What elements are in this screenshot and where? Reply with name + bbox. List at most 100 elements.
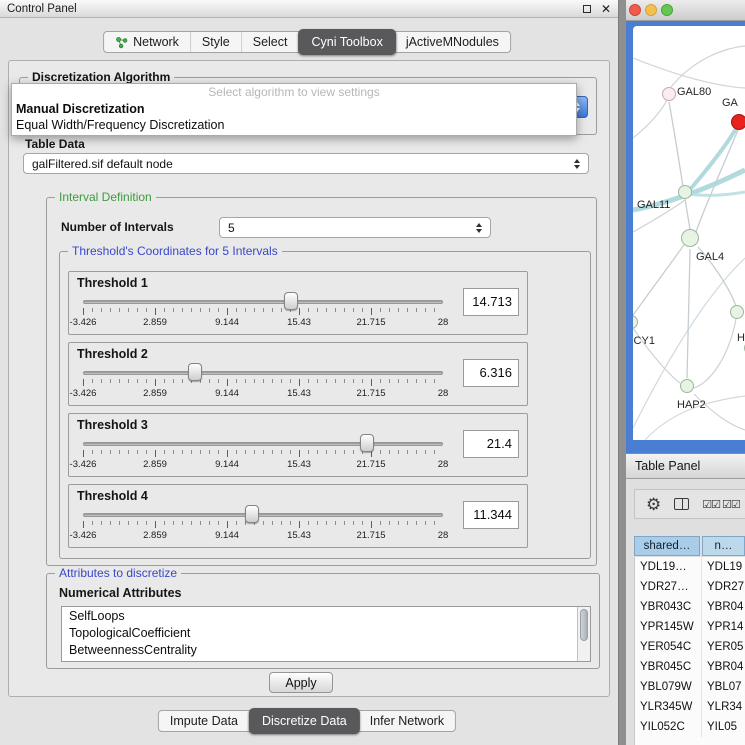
tab-select[interactable]: Select bbox=[242, 32, 300, 52]
dropdown-stepper-icon bbox=[572, 154, 582, 173]
table-cell[interactable]: YDL19 bbox=[702, 557, 745, 577]
num-intervals-value: 5 bbox=[228, 218, 235, 239]
table-row[interactable]: YIL052CYIL05 bbox=[635, 717, 745, 737]
attribute-list-items: SelfLoopsTopologicalCoefficientBetweenne… bbox=[62, 608, 577, 661]
close-icon[interactable]: ✕ bbox=[601, 3, 611, 15]
popup-option-manual-discretization[interactable]: Manual Discretization bbox=[12, 101, 576, 117]
table-cell[interactable]: YER054C bbox=[635, 637, 702, 657]
algorithm-dropdown-popup: Select algorithm to view settings Manual… bbox=[11, 83, 577, 136]
table-cell[interactable]: YBR04 bbox=[702, 657, 745, 677]
threshold-2-value-field[interactable]: 6.316 bbox=[463, 359, 519, 387]
attribute-list-item[interactable]: SelfLoops bbox=[62, 608, 577, 625]
tab-label: Cyni Toolbox bbox=[311, 35, 382, 49]
scale-label: 15.43 bbox=[287, 388, 311, 399]
table-cell[interactable]: YBR043C bbox=[635, 597, 702, 617]
threshold-4-value-field[interactable]: 11.344 bbox=[463, 501, 519, 529]
tab-impute-data[interactable]: Impute Data bbox=[159, 711, 250, 731]
scale-label: 9.144 bbox=[215, 317, 239, 328]
table-panel-title: Table Panel bbox=[635, 459, 700, 473]
tab-label: Impute Data bbox=[170, 714, 238, 728]
table-cell[interactable]: YDR27 bbox=[702, 577, 745, 597]
network-node[interactable] bbox=[680, 379, 694, 393]
slider-track[interactable] bbox=[83, 442, 443, 446]
tab-infer-network[interactable]: Infer Network bbox=[359, 711, 455, 731]
table-row[interactable]: YBL079WYBL07 bbox=[635, 677, 745, 697]
zoom-traffic-light-icon[interactable] bbox=[661, 4, 673, 16]
table-cell[interactable]: YBL079W bbox=[635, 677, 702, 697]
table-row[interactable]: YER054CYER05 bbox=[635, 637, 745, 657]
table-row[interactable]: YBR043CYBR04 bbox=[635, 597, 745, 617]
gear-icon[interactable]: ⚙ bbox=[646, 496, 661, 513]
slider-thumb[interactable] bbox=[284, 292, 298, 310]
threshold-4-slider[interactable]: -3.4262.8599.14415.4321.71528 bbox=[83, 503, 443, 547]
network-node[interactable] bbox=[731, 114, 745, 130]
slider-scale-labels: -3.4262.8599.14415.4321.71528 bbox=[83, 317, 443, 329]
scrollbar-thumb[interactable] bbox=[580, 609, 588, 641]
scale-label: 15.43 bbox=[287, 317, 311, 328]
threshold-2-slider[interactable]: -3.4262.8599.14415.4321.71528 bbox=[83, 361, 443, 405]
close-traffic-light-icon[interactable] bbox=[629, 4, 641, 16]
column-header-name[interactable]: n… bbox=[702, 536, 745, 556]
table-cell[interactable]: YDR27… bbox=[635, 577, 702, 597]
table-cell[interactable]: YBR045C bbox=[635, 657, 702, 677]
tab-style[interactable]: Style bbox=[191, 32, 242, 52]
table-cell[interactable]: YBR04 bbox=[702, 597, 745, 617]
tab-cyni-toolbox[interactable]: Cyni Toolbox bbox=[298, 29, 395, 55]
threshold-3-slider[interactable]: -3.4262.8599.14415.4321.71528 bbox=[83, 432, 443, 476]
columns-icon[interactable] bbox=[674, 498, 689, 510]
slider-track[interactable] bbox=[83, 371, 443, 375]
slider-thumb[interactable] bbox=[245, 505, 259, 523]
table-cell[interactable]: YBL07 bbox=[702, 677, 745, 697]
table-row[interactable]: YDR27…YDR27 bbox=[635, 577, 745, 597]
table-row[interactable]: YPR145WYPR14 bbox=[635, 617, 745, 637]
table-cell[interactable]: YPR14 bbox=[702, 617, 745, 637]
network-node[interactable] bbox=[678, 185, 692, 199]
table-row[interactable]: YDL19…YDL19 bbox=[635, 557, 745, 577]
scale-label: -3.426 bbox=[70, 459, 97, 470]
float-window-icon[interactable] bbox=[583, 5, 591, 13]
threshold-1-value-field[interactable]: 14.713 bbox=[463, 288, 519, 316]
table-cell[interactable]: YLR345W bbox=[635, 697, 702, 717]
scale-label: 21.715 bbox=[356, 388, 385, 399]
table-cell[interactable]: YDL19… bbox=[635, 557, 702, 577]
tab-network[interactable]: Network bbox=[104, 32, 191, 52]
select-columns-checkboxes-icon[interactable]: ☑☑ ☑☑ bbox=[702, 498, 740, 511]
scale-label: 28 bbox=[438, 459, 449, 470]
table-cell[interactable]: YIL05 bbox=[702, 717, 745, 737]
slider-thumb[interactable] bbox=[360, 434, 374, 452]
threshold-3-label: Threshold 3 bbox=[77, 418, 148, 432]
table-cell[interactable]: YIL052C bbox=[635, 717, 702, 737]
network-node[interactable] bbox=[662, 87, 676, 101]
tab-jactivemnodules[interactable]: jActiveMNodules bbox=[395, 32, 510, 52]
slider-track[interactable] bbox=[83, 300, 443, 304]
slider-ticks bbox=[83, 379, 443, 386]
table-cell[interactable]: YLR34 bbox=[702, 697, 745, 717]
slider-ticks bbox=[83, 308, 443, 315]
tab-discretize-data[interactable]: Discretize Data bbox=[249, 708, 360, 734]
attribute-list-item[interactable]: TopologicalCoefficient bbox=[62, 625, 577, 642]
network-node[interactable] bbox=[730, 305, 744, 319]
minimize-traffic-light-icon[interactable] bbox=[645, 4, 657, 16]
slider-thumb[interactable] bbox=[188, 363, 202, 381]
threshold-3-value-field[interactable]: 21.4 bbox=[463, 430, 519, 458]
group-title-discretization-algorithm: Discretization Algorithm bbox=[28, 70, 174, 84]
num-intervals-dropdown[interactable]: 5 bbox=[219, 217, 491, 238]
network-canvas[interactable]: GAL80GAGAL11GAL4HGCY1HAP2 bbox=[633, 26, 745, 440]
popup-option-equal-width-frequency[interactable]: Equal Width/Frequency Discretization bbox=[12, 117, 576, 133]
control-panel-window: Control Panel ✕ Network Style Select Cyn… bbox=[0, 0, 619, 745]
group-title-interval-definition: Interval Definition bbox=[55, 190, 156, 204]
threshold-1-slider[interactable]: -3.4262.8599.14415.4321.71528 bbox=[83, 290, 443, 334]
list-scrollbar[interactable] bbox=[577, 607, 590, 661]
scale-label: 21.715 bbox=[356, 530, 385, 541]
slider-ticks bbox=[83, 450, 443, 457]
apply-button[interactable]: Apply bbox=[269, 672, 333, 693]
slider-track[interactable] bbox=[83, 513, 443, 517]
network-node[interactable] bbox=[681, 229, 699, 247]
table-cell[interactable]: YPR145W bbox=[635, 617, 702, 637]
attribute-list-item[interactable]: BetweennessCentrality bbox=[62, 642, 577, 659]
table-data-dropdown[interactable]: galFiltered.sif default node bbox=[23, 153, 589, 174]
table-row[interactable]: YLR345WYLR34 bbox=[635, 697, 745, 717]
table-row[interactable]: YBR045CYBR04 bbox=[635, 657, 745, 677]
column-header-shared-name[interactable]: shared… bbox=[634, 536, 700, 556]
table-cell[interactable]: YER05 bbox=[702, 637, 745, 657]
